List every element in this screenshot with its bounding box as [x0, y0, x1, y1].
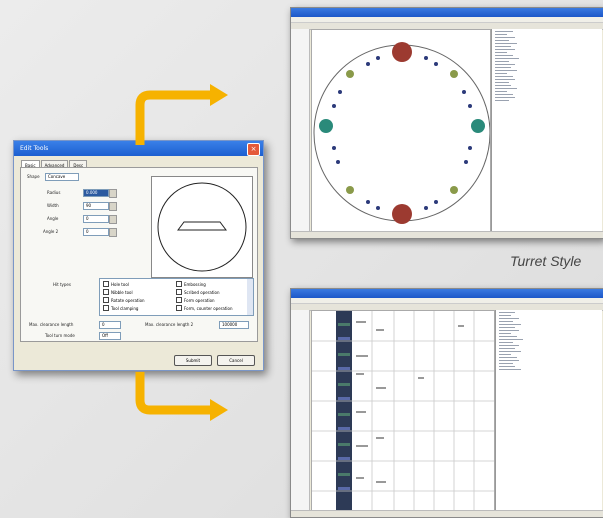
list-item — [495, 40, 509, 41]
list-item — [495, 31, 513, 32]
field-label-radius: Radius — [47, 190, 61, 195]
max-clearance2-label: Max. clearance length 2 — [145, 322, 194, 327]
list-item — [495, 76, 513, 77]
list-item — [499, 333, 511, 334]
option-item[interactable]: Scribed operation — [176, 289, 220, 295]
list-item — [499, 327, 515, 328]
shape-label: Shape — [27, 174, 40, 179]
list-item — [499, 354, 511, 355]
dialog-panel: Shape Concave Radius 0.000 Width 90 Angl… — [20, 167, 258, 342]
list-item — [495, 94, 513, 95]
options-label: Hit types — [53, 282, 71, 287]
radius-spinner[interactable] — [109, 189, 117, 198]
list-item — [495, 100, 509, 101]
tool-grid[interactable] — [311, 310, 495, 513]
max-clearance-field[interactable]: 0 — [99, 321, 121, 329]
max-clearance-label: Max. clearance length — [29, 322, 74, 327]
status-bar — [291, 231, 603, 238]
left-panel — [291, 310, 310, 511]
list-item — [495, 64, 515, 65]
list-item — [499, 336, 517, 337]
list-item — [495, 70, 517, 71]
turret-style-caption: Turret Style — [510, 253, 582, 269]
list-item — [499, 315, 511, 316]
tool-turn-label: Tool turn mode — [45, 333, 75, 338]
angle2-field[interactable]: 0 — [83, 228, 109, 236]
option-item[interactable]: Tool clamping — [103, 305, 138, 311]
list-item — [499, 345, 519, 346]
list-item — [495, 97, 515, 98]
turret-view-window — [290, 7, 603, 239]
list-item — [495, 61, 509, 62]
width-field[interactable]: 90 — [83, 202, 109, 210]
list-item — [495, 49, 515, 50]
list-item — [499, 330, 519, 331]
list-item — [499, 366, 515, 367]
field-label-width: Width — [47, 203, 59, 208]
arrow-up-right-icon — [135, 84, 228, 145]
close-icon[interactable]: × — [247, 143, 260, 156]
list-item — [499, 321, 513, 322]
list-item — [495, 91, 507, 92]
list-item — [495, 67, 511, 68]
list-item — [495, 43, 517, 44]
list-item — [495, 85, 511, 86]
turret-drawing — [313, 42, 491, 224]
list-item — [495, 34, 507, 35]
list-item — [499, 351, 521, 352]
list-item — [499, 348, 515, 349]
list-item — [499, 369, 521, 370]
cancel-button[interactable]: Cancel — [217, 355, 255, 366]
list-item — [499, 318, 519, 319]
list-item — [495, 73, 507, 74]
field-label-angle: Angle — [47, 216, 59, 221]
properties-panel — [491, 29, 602, 232]
left-panel — [291, 29, 310, 232]
window-title-bar — [291, 8, 603, 17]
option-item[interactable]: Embossing — [176, 281, 206, 287]
status-bar — [291, 510, 603, 517]
list-item — [499, 360, 519, 361]
list-item — [495, 79, 515, 80]
window-title-bar — [291, 289, 603, 298]
list-item — [499, 357, 517, 358]
options-scrollbar[interactable] — [247, 279, 253, 315]
list-item — [495, 88, 517, 89]
turret-canvas[interactable] — [311, 29, 491, 234]
option-item[interactable]: Nibble tool — [103, 289, 133, 295]
submit-button[interactable]: Submit — [174, 355, 212, 366]
option-item[interactable]: Form, counter operation — [176, 305, 233, 311]
tool-grid-drawing — [312, 311, 494, 512]
max-clearance2-field[interactable]: 100000 — [219, 321, 249, 329]
list-item — [495, 37, 515, 38]
radius-field[interactable]: 0.000 — [83, 189, 109, 197]
preview-drawing — [157, 182, 247, 272]
width-spinner[interactable] — [109, 202, 117, 211]
options-list: Hole tool Embossing Nibble tool Scribed … — [99, 278, 254, 316]
tool-turn-field[interactable]: Off — [99, 332, 121, 340]
angle-field[interactable]: 0 — [83, 215, 109, 223]
option-item[interactable]: Rotate operation — [103, 297, 145, 303]
list-item — [495, 46, 511, 47]
edit-tools-dialog: Edit Tools × Basic Advanced Desc Shape C… — [13, 140, 264, 371]
list-item — [499, 312, 515, 313]
field-label-angle2: Angle 2 — [43, 229, 59, 234]
list-view-window — [290, 288, 603, 518]
tool-preview — [151, 176, 253, 278]
shape-select[interactable]: Concave — [45, 173, 79, 181]
option-item[interactable]: Form operation — [176, 297, 215, 303]
list-item — [495, 55, 513, 56]
list-item — [495, 82, 509, 83]
list-item — [499, 339, 523, 340]
list-item — [499, 363, 513, 364]
properties-panel — [495, 310, 602, 511]
option-item[interactable]: Hole tool — [103, 281, 129, 287]
angle-spinner[interactable] — [109, 215, 117, 224]
arrow-down-right-icon — [135, 372, 228, 421]
list-item — [495, 58, 519, 59]
list-item — [499, 342, 513, 343]
angle2-spinner[interactable] — [109, 228, 117, 237]
list-item — [499, 324, 521, 325]
list-item — [495, 52, 507, 53]
